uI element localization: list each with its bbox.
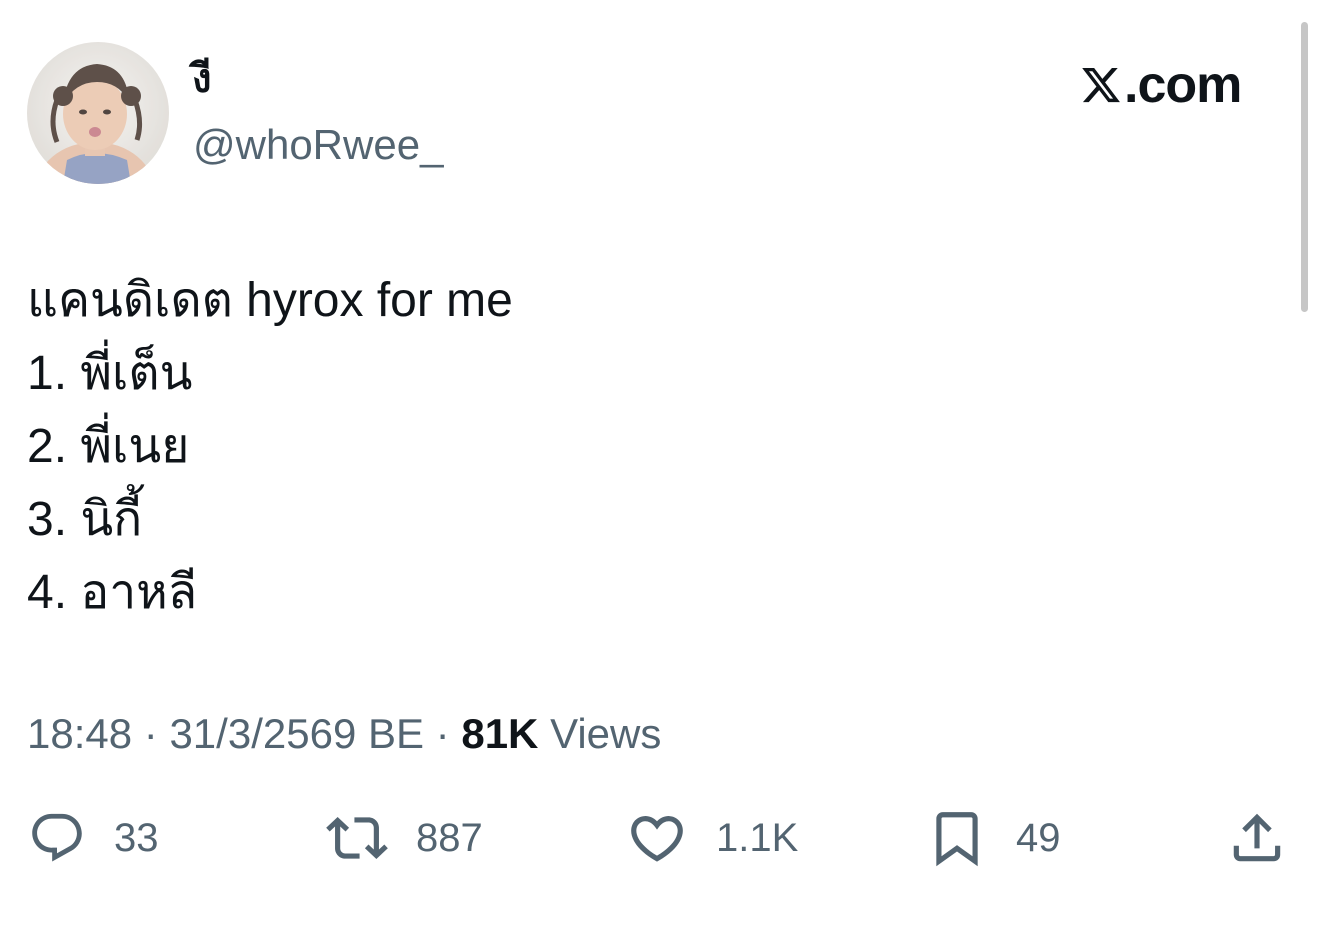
meta-separator: ·	[143, 710, 158, 757]
user-handle[interactable]: @whoRwee_	[193, 120, 443, 170]
tweet-line: 2. พี่เนย	[27, 420, 190, 473]
reply-count: 33	[114, 816, 159, 860]
heart-icon	[631, 816, 683, 862]
display-name[interactable]: งี	[192, 52, 212, 106]
tweet-text: แคนดิเดต hyrox for me 1. พี่เต็น 2. พี่เ…	[27, 264, 1227, 629]
tweet-date[interactable]: 31/3/2569 BE	[169, 710, 424, 757]
action-bar: 33 887 1.1K 49	[0, 808, 1320, 872]
share-button[interactable]	[1226, 808, 1288, 868]
scrollbar[interactable]	[1301, 22, 1308, 312]
tweet-line: 4. อาหลี	[27, 566, 198, 619]
retweet-icon	[326, 817, 388, 859]
reply-button[interactable]: 33	[28, 808, 159, 868]
bookmark-button[interactable]: 49	[926, 808, 1061, 868]
meta-separator: ·	[435, 710, 450, 757]
reply-icon	[32, 813, 82, 862]
views-count: 81K	[461, 710, 539, 757]
brand-suffix: .com	[1124, 56, 1242, 114]
retweet-count: 887	[416, 816, 483, 860]
tweet-time[interactable]: 18:48	[27, 710, 132, 757]
bookmark-icon	[936, 812, 978, 867]
tweet-meta: 18:48 · 31/3/2569 BE · 81K Views	[27, 707, 661, 761]
tweet-line: 3. นิกี้	[27, 493, 143, 546]
share-icon	[1233, 813, 1281, 862]
like-button[interactable]: 1.1K	[626, 808, 798, 868]
tweet-line: แคนดิเดต hyrox for me	[27, 274, 513, 327]
profile-photo	[27, 42, 169, 184]
like-count: 1.1K	[716, 816, 799, 860]
tweet-line: 1. พี่เต็น	[27, 347, 193, 400]
brand-watermark: .com	[1080, 55, 1242, 115]
bookmark-count: 49	[1016, 816, 1061, 860]
avatar[interactable]	[27, 42, 169, 184]
retweet-button[interactable]: 887	[326, 808, 483, 868]
x-logo-icon	[1082, 67, 1120, 103]
views-label: Views	[550, 710, 662, 757]
